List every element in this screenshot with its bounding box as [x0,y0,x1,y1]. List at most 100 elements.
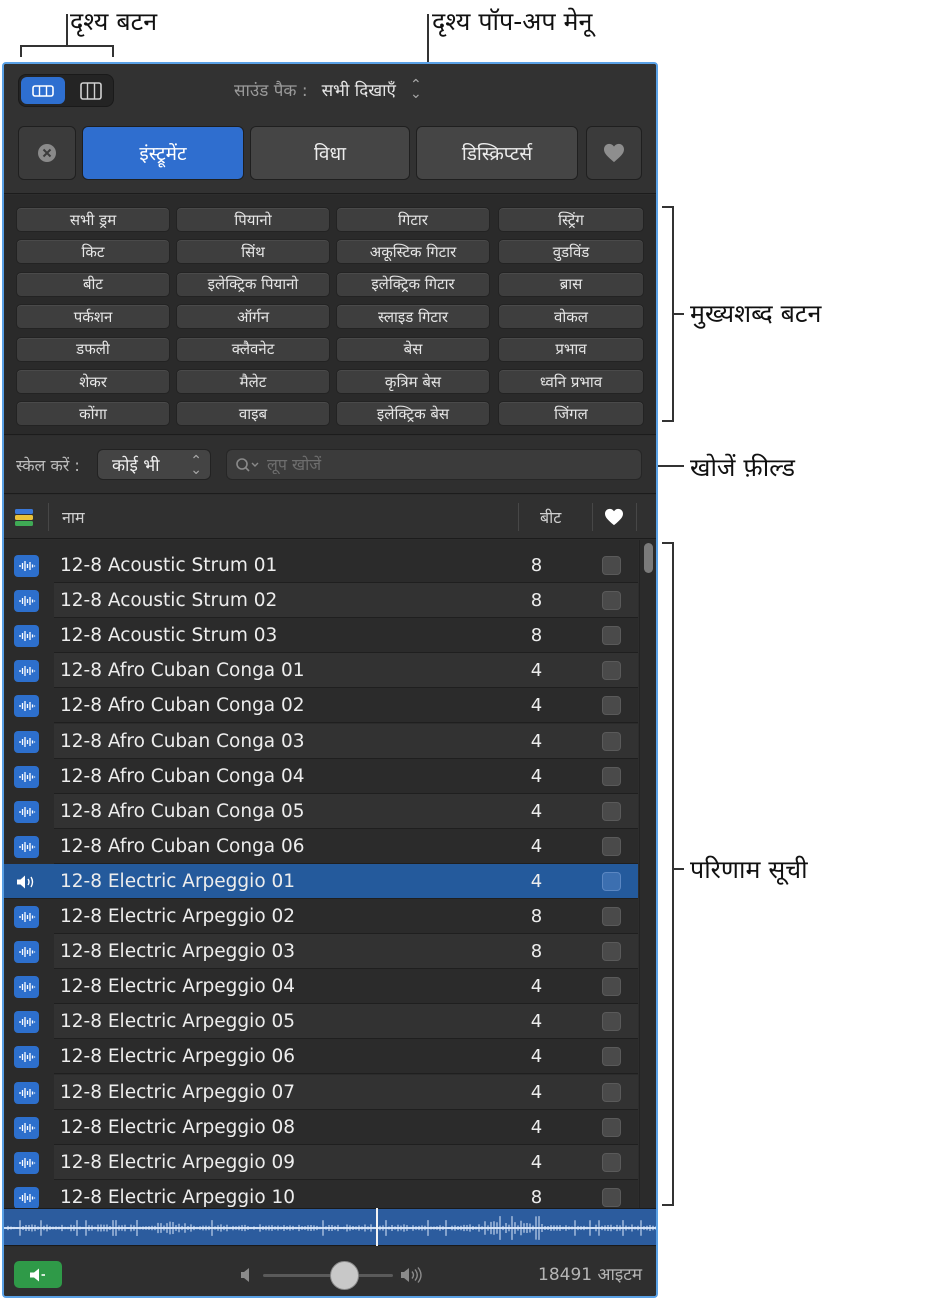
audio-loop-waveform-icon [14,941,39,964]
search-field[interactable] [226,449,642,480]
loop-name: 12-8 Electric Arpeggio 04 [60,976,296,998]
list-item[interactable]: 12-8 Afro Cuban Conga 06 4 [4,828,638,864]
callout-tick [674,313,684,315]
search-input[interactable] [267,455,627,474]
preview-in-track-button[interactable] [14,1261,62,1288]
favorite-checkbox[interactable] [602,1117,621,1137]
keyword-button[interactable]: सिंथ [176,239,330,265]
type-column-header[interactable] [14,495,36,539]
keyword-button[interactable]: बीट [16,271,170,297]
keyword-button[interactable]: क्लैवनेट [176,336,330,362]
keyword-button[interactable]: कृत्रिम बेस [336,369,490,394]
list-item[interactable]: 12-8 Electric Arpeggio 01 4 [4,863,638,899]
favorite-checkbox[interactable] [602,626,621,646]
list-item[interactable]: 12-8 Afro Cuban Conga 04 4 [4,758,638,794]
favorite-checkbox[interactable] [602,661,621,681]
loop-name: 12-8 Electric Arpeggio 10 [60,1186,296,1208]
favorite-checkbox[interactable] [602,1082,621,1102]
list-item[interactable]: 12-8 Electric Arpeggio 04 4 [4,969,638,1005]
favorite-checkbox[interactable] [602,1047,621,1067]
tab-instrument[interactable]: इंस्ट्रूमेंट [82,126,244,180]
keyword-button[interactable]: स्लाइड गिटार [336,304,490,330]
keyword-button[interactable]: मैलेट [176,369,330,394]
keyword-button[interactable]: स्ट्रिंग [498,207,644,232]
tab-genre[interactable]: विधा [250,126,410,180]
favorite-checkbox[interactable] [602,731,621,751]
sound-pack-popup[interactable]: साउंड पैक : सभी दिखाएँ ⌃ ⌄ [234,78,422,102]
beats-column-header[interactable]: बीट [540,495,561,539]
list-item[interactable]: 12-8 Afro Cuban Conga 01 4 [4,653,638,689]
keyword-button[interactable]: कोंगा [16,401,170,427]
favorite-checkbox[interactable] [602,907,621,926]
list-item[interactable]: 12-8 Electric Arpeggio 06 4 [4,1039,638,1075]
column-divider [636,503,637,531]
keyword-button[interactable]: सभी ड्रम [16,207,170,232]
volume-track[interactable] [263,1274,393,1277]
reset-button[interactable] [18,126,76,180]
keyword-button[interactable]: जिंगल [498,401,644,427]
playhead[interactable] [376,1208,378,1246]
name-column-header[interactable]: नाम [62,495,85,539]
keyword-button[interactable]: ध्वनि प्रभाव [498,369,644,394]
list-item[interactable]: 12-8 Afro Cuban Conga 05 4 [4,793,638,829]
keyword-button[interactable]: किट [16,239,170,265]
list-item[interactable]: 12-8 Electric Arpeggio 09 4 [4,1144,638,1180]
scale-popup[interactable]: कोई भी ⌃ ⌄ [97,449,211,480]
list-item[interactable]: 12-8 Electric Arpeggio 05 4 [4,1004,638,1040]
sound-pack-label: साउंड पैक : [234,81,308,101]
volume-slider[interactable] [240,1261,430,1290]
waveform-preview[interactable] [4,1208,656,1246]
keyword-button[interactable]: ब्रास [498,271,644,297]
list-item[interactable]: 12-8 Electric Arpeggio 07 4 [4,1074,638,1110]
button-view-icon [32,84,54,97]
keyword-button[interactable]: गिटार [336,207,490,232]
list-item[interactable]: 12-8 Acoustic Strum 01 8 [4,548,638,583]
keyword-button[interactable]: प्रभाव [498,336,644,362]
keyword-button[interactable]: इलेक्ट्रिक पियानो [176,271,330,297]
scrollbar-thumb[interactable] [644,543,653,573]
list-item[interactable]: 12-8 Electric Arpeggio 08 4 [4,1109,638,1145]
loop-browser-panel: साउंड पैक : सभी दिखाएँ ⌃ ⌄ इंस्ट्रूमेंट व… [2,62,658,1298]
list-item[interactable]: 12-8 Electric Arpeggio 10 8 [4,1179,638,1208]
keyword-button[interactable]: पियानो [176,207,330,232]
favorite-checkbox[interactable] [602,766,621,786]
favorite-checkbox[interactable] [602,1187,621,1207]
keyword-button[interactable]: ऑर्गन [176,304,330,330]
keyword-button[interactable]: डफली [16,336,170,362]
favorite-checkbox[interactable] [602,556,621,575]
favorite-checkbox[interactable] [602,977,621,997]
favorite-checkbox[interactable] [602,836,621,856]
list-item[interactable]: 12-8 Electric Arpeggio 02 8 [4,899,638,934]
favorite-checkbox[interactable] [602,942,621,962]
favorite-checkbox[interactable] [602,696,621,716]
favorite-checkbox[interactable] [602,1152,621,1172]
keyword-button[interactable]: इलेक्ट्रिक बेस [336,401,490,427]
audio-loop-waveform-icon [14,730,39,753]
keyword-button[interactable]: वाइब [176,401,330,427]
favorite-checkbox[interactable] [602,591,621,611]
tab-descriptors[interactable]: डिस्क्रिप्टर्स [416,126,578,180]
favorites-button[interactable] [586,126,642,180]
callout-view-buttons: दृश्य बटन [70,7,158,36]
favorite-column-header[interactable] [604,495,624,539]
column-view-button[interactable] [69,77,113,104]
list-item[interactable]: 12-8 Electric Arpeggio 03 8 [4,934,638,970]
keyword-button[interactable]: पर्कशन [16,304,170,330]
keyword-button[interactable]: इलेक्ट्रिक गिटार [336,271,490,297]
keyword-button[interactable]: अकूस्टिक गिटार [336,239,490,265]
keyword-button[interactable]: वुडविंड [498,239,644,265]
list-item[interactable]: 12-8 Acoustic Strum 02 8 [4,583,638,619]
scrollbar-track[interactable] [639,540,656,1208]
favorite-checkbox[interactable] [602,801,621,821]
favorite-checkbox[interactable] [602,871,621,891]
loop-beats: 4 [530,1046,543,1068]
volume-knob[interactable] [330,1261,359,1290]
list-item[interactable]: 12-8 Acoustic Strum 03 8 [4,618,638,654]
list-item[interactable]: 12-8 Afro Cuban Conga 02 4 [4,688,638,724]
favorite-checkbox[interactable] [602,1012,621,1032]
keyword-button[interactable]: शेकर [16,369,170,394]
list-item[interactable]: 12-8 Afro Cuban Conga 03 4 [4,723,638,759]
keyword-button[interactable]: वोकल [498,304,644,330]
keyword-button[interactable]: बेस [336,336,490,362]
button-view-button[interactable] [21,77,65,104]
